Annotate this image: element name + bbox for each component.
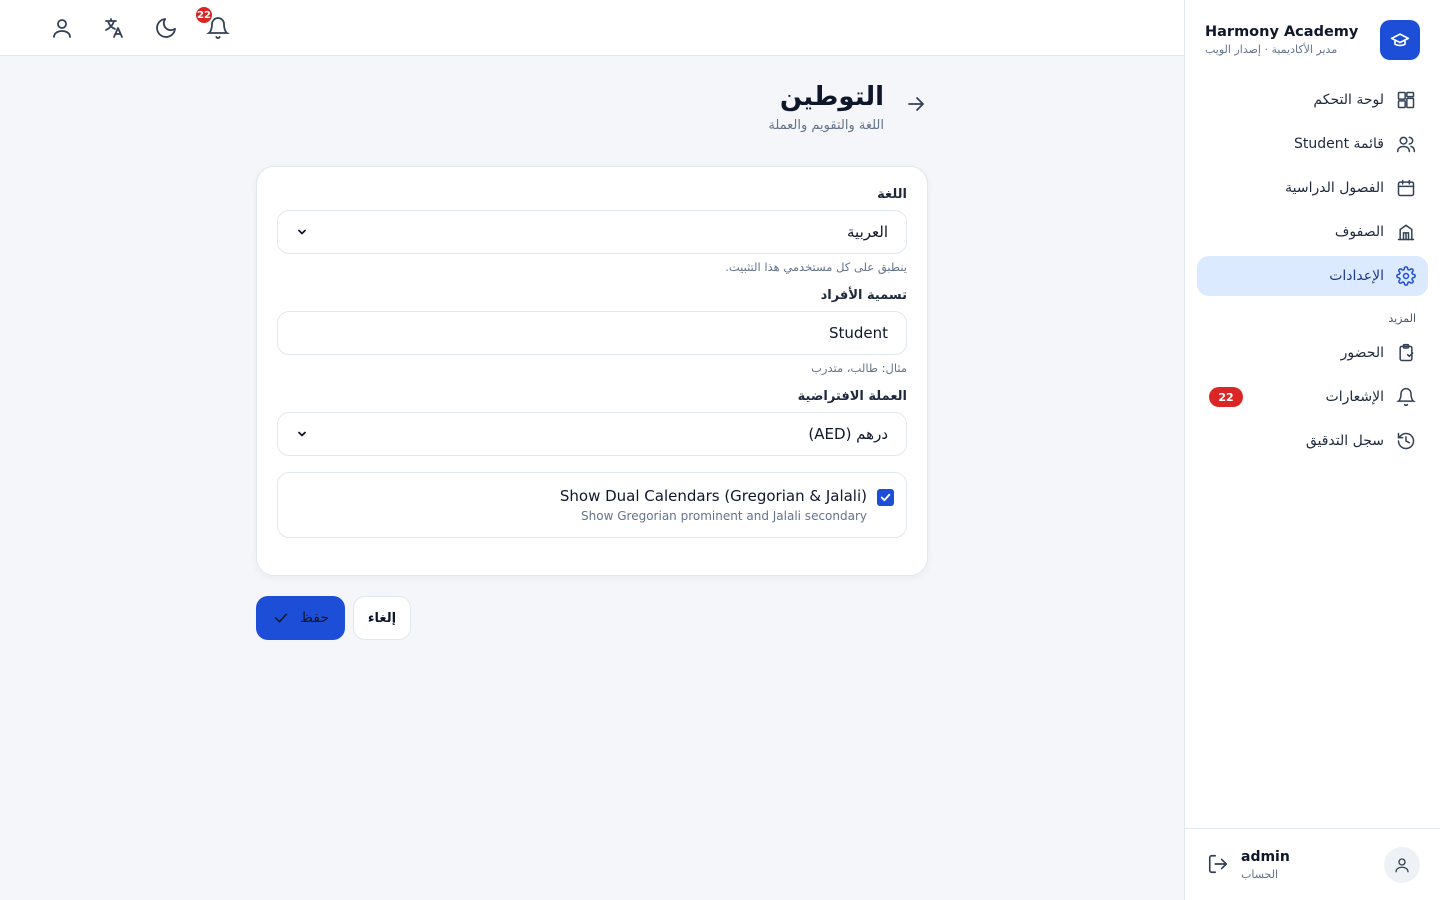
back-arrow-icon[interactable] <box>904 92 928 116</box>
clipboard-icon <box>1396 343 1416 363</box>
sidebar-nav: لوحة التحكم قائمة Student الفصول الدراسي… <box>1185 80 1440 465</box>
sidebar-item-settings[interactable]: الإعدادات <box>1197 256 1428 296</box>
save-button[interactable]: حفظ <box>256 596 345 640</box>
dual-calendar-subtitle: Show Gregorian prominent and Jalali seco… <box>581 509 867 523</box>
dual-calendar-option[interactable]: Show Dual Calendars (Gregorian & Jalali)… <box>277 472 907 538</box>
sidebar-item-label: الإعدادات <box>1329 268 1384 284</box>
sidebar-item-audit-log[interactable]: سجل التدقيق <box>1197 421 1428 461</box>
avatar[interactable] <box>1384 846 1420 883</box>
brand: Harmony Academy مدير الأكاديمية · إصدار … <box>1185 0 1440 80</box>
dual-calendar-checkbox[interactable] <box>877 489 894 506</box>
chevron-down-icon <box>296 226 308 238</box>
sidebar-item-notifications[interactable]: الإشعارات 22 <box>1197 377 1428 417</box>
sidebar-item-label: الصفوف <box>1334 224 1384 240</box>
language-hint: ينطبق على كل مستخدمي هذا التثبيت. <box>725 260 907 274</box>
save-button-label: حفظ <box>299 610 330 626</box>
brand-subtitle: مدير الأكاديمية · إصدار الويب <box>1205 43 1338 56</box>
top-bar: 22 <box>0 0 1184 56</box>
currency-select[interactable]: درهم (AED) <box>277 412 907 456</box>
sidebar: Harmony Academy مدير الأكاديمية · إصدار … <box>1184 0 1440 900</box>
account-panel: admin الحساب <box>1185 828 1440 900</box>
sidebar-item-label: قائمة Student <box>1293 136 1384 152</box>
sidebar-item-label: الإشعارات <box>1325 389 1384 405</box>
sidebar-item-dashboard[interactable]: لوحة التحكم <box>1197 80 1428 120</box>
dual-calendar-title: Show Dual Calendars (Gregorian & Jalali) <box>559 487 867 505</box>
checkmark-icon <box>272 609 290 627</box>
account-name: admin <box>1241 848 1290 865</box>
people-label-label: تسمية الأفراد <box>820 288 907 303</box>
graduation-cap-icon <box>1380 20 1420 60</box>
notification-badge: 22 <box>194 5 214 25</box>
people-label-input[interactable]: Student <box>277 311 907 355</box>
sidebar-item-attendance[interactable]: الحضور <box>1197 333 1428 373</box>
currency-label: العملة الافتراضية <box>797 389 907 404</box>
sidebar-item-students[interactable]: قائمة Student <box>1197 124 1428 164</box>
page-header: التوطين اللغة والتقويم والعملة <box>256 82 928 133</box>
form-actions: حفظ إلغاء <box>256 596 411 640</box>
translate-icon[interactable] <box>102 16 126 40</box>
moon-icon[interactable] <box>154 16 178 40</box>
cancel-button[interactable]: إلغاء <box>353 596 411 640</box>
calendar-icon <box>1396 178 1416 198</box>
sidebar-item-label: الفصول الدراسية <box>1285 180 1384 196</box>
language-label: اللغة <box>877 187 907 202</box>
sidebar-item-label: لوحة التحكم <box>1313 92 1384 108</box>
account-subtitle: الحساب <box>1241 867 1279 881</box>
localization-form-card: اللغة العربية ينطبق على كل مستخدمي هذا ا… <box>256 166 928 576</box>
dashboard-icon <box>1396 90 1416 110</box>
notification-count-badge: 22 <box>1209 387 1243 407</box>
bell-icon <box>1396 387 1416 407</box>
user-icon[interactable] <box>50 16 74 40</box>
cancel-button-label: إلغاء <box>367 610 397 626</box>
logout-icon[interactable] <box>1205 853 1229 877</box>
page-subtitle: اللغة والتقويم والعملة <box>768 118 884 133</box>
sidebar-item-terms[interactable]: الفصول الدراسية <box>1197 168 1428 208</box>
gear-icon <box>1396 266 1416 286</box>
building-icon <box>1396 222 1416 242</box>
language-select[interactable]: العربية <box>277 210 907 254</box>
history-icon <box>1396 431 1416 451</box>
currency-selected-value: درهم (AED) <box>808 425 888 443</box>
sidebar-item-label: سجل التدقيق <box>1305 433 1384 449</box>
language-selected-value: العربية <box>847 223 888 241</box>
page-title: التوطين <box>779 82 884 112</box>
people-label-value: Student <box>828 324 888 342</box>
users-icon <box>1396 134 1416 154</box>
chevron-down-icon <box>296 428 308 440</box>
nav-section-more: المزيد <box>1388 312 1416 325</box>
brand-name: Harmony Academy <box>1205 24 1359 40</box>
sidebar-item-label: الحضور <box>1340 345 1384 361</box>
sidebar-item-classes[interactable]: الصفوف <box>1197 212 1428 252</box>
people-label-hint: مثال: طالب، متدرب <box>811 361 907 375</box>
